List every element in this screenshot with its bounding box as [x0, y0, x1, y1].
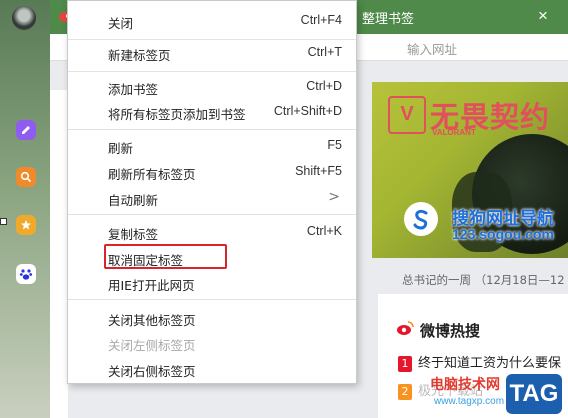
menu-item-shortcut: Ctrl+T: [307, 45, 342, 59]
menu-divider: [68, 39, 356, 40]
menu-item-label: 关闭其他标签页: [108, 313, 196, 328]
menu-item-label: 复制标签: [108, 227, 159, 242]
menu-item-close-other-tabs[interactable]: 关闭其他标签页: [68, 306, 356, 330]
menu-divider: [68, 299, 356, 300]
menu-item-open-in-ie[interactable]: 用IE打开此网页: [68, 271, 356, 295]
menu-item-refresh[interactable]: 刷新 F5: [68, 134, 356, 158]
menu-item-label: 将所有标签页添加到书签: [108, 107, 246, 122]
menu-item-refresh-all[interactable]: 刷新所有标签页 Shift+F5: [68, 160, 356, 184]
menu-item-shortcut: Shift+F5: [295, 164, 342, 178]
menu-item-label: 关闭右侧标签页: [108, 364, 196, 379]
menu-item-duplicate-tab[interactable]: 复制标签 Ctrl+K: [68, 220, 356, 244]
menu-item-label: 刷新所有标签页: [108, 167, 196, 182]
hot-title: 微博热搜: [420, 322, 481, 340]
menu-item-label: 关闭左侧标签页: [108, 338, 196, 353]
menu-divider: [68, 214, 356, 215]
search-icon[interactable]: [16, 167, 36, 187]
menu-item-label: 添加书签: [108, 82, 159, 97]
menu-item-shortcut: Ctrl+D: [306, 79, 342, 93]
watermark-url: www.tagxp.com: [434, 396, 505, 407]
submenu-chevron-right-icon: >: [328, 189, 340, 205]
menu-item-label: 关闭: [108, 16, 134, 31]
browser-sidebar: [0, 0, 50, 418]
menu-item-auto-refresh[interactable]: 自动刷新 >: [68, 186, 356, 210]
menu-item-bookmark-all-tabs[interactable]: 将所有标签页添加到书签 Ctrl+Shift+D: [68, 100, 356, 124]
avatar[interactable]: [12, 6, 36, 30]
menu-item-label: 新建标签页: [108, 48, 171, 63]
menu-item-shortcut: F5: [327, 138, 342, 152]
menu-item-add-bookmark[interactable]: 添加书签 Ctrl+D: [68, 75, 356, 99]
news-summary[interactable]: 总书记的一周 （12月18日—12: [402, 272, 565, 288]
menu-item-shortcut: Ctrl+F4: [300, 13, 342, 27]
weibo-icon: [397, 321, 414, 335]
menu-item-shortcut: Ctrl+Shift+D: [273, 104, 342, 118]
menu-item-close-left-tabs: 关闭左侧标签页: [68, 331, 356, 355]
sogou-nav-url[interactable]: 123.sogou.com: [452, 226, 554, 242]
menu-divider: [68, 71, 356, 72]
hot-item-text: 终于知道工资为什么要保: [418, 356, 562, 371]
content-panel: [50, 90, 68, 418]
resize-handle[interactable]: [0, 218, 7, 225]
hot-rank: 2: [398, 384, 412, 400]
tag-badge: TAG: [506, 374, 562, 414]
menu-item-label: 用IE打开此网页: [108, 278, 195, 293]
menu-item-shortcut: Ctrl+K: [306, 224, 342, 238]
menu-item-close[interactable]: 关闭 Ctrl+F4: [68, 9, 356, 33]
hot-item[interactable]: 1 终于知道工资为什么要保: [398, 352, 561, 372]
menu-divider: [68, 129, 356, 130]
menu-item-label: 刷新: [108, 141, 134, 156]
window-close-icon[interactable]: ×: [538, 6, 548, 26]
menu-item-close-right-tabs[interactable]: 关闭右侧标签页: [68, 357, 356, 381]
menu-item-label: 自动刷新: [108, 193, 159, 208]
notes-icon[interactable]: [16, 120, 36, 140]
watermark-text: 电脑技术网: [430, 377, 500, 393]
hot-rank: 1: [398, 356, 412, 372]
highlight-annotation-box: [104, 244, 227, 269]
tab-context-menu: 关闭 Ctrl+F4 新建标签页 Ctrl+T 添加书签 Ctrl+D 将所有标…: [67, 0, 357, 384]
valorant-logo-icon: V: [388, 96, 426, 134]
sogou-logo-icon[interactable]: [404, 202, 438, 236]
tab-title[interactable]: 整理书签: [362, 8, 414, 27]
favorites-star-icon[interactable]: [16, 215, 36, 235]
banner-brand: VALORANT: [432, 128, 476, 137]
address-placeholder: 输入网址: [407, 42, 458, 57]
menu-item-new-tab[interactable]: 新建标签页 Ctrl+T: [68, 41, 356, 65]
baidu-paw-icon[interactable]: [16, 264, 36, 284]
